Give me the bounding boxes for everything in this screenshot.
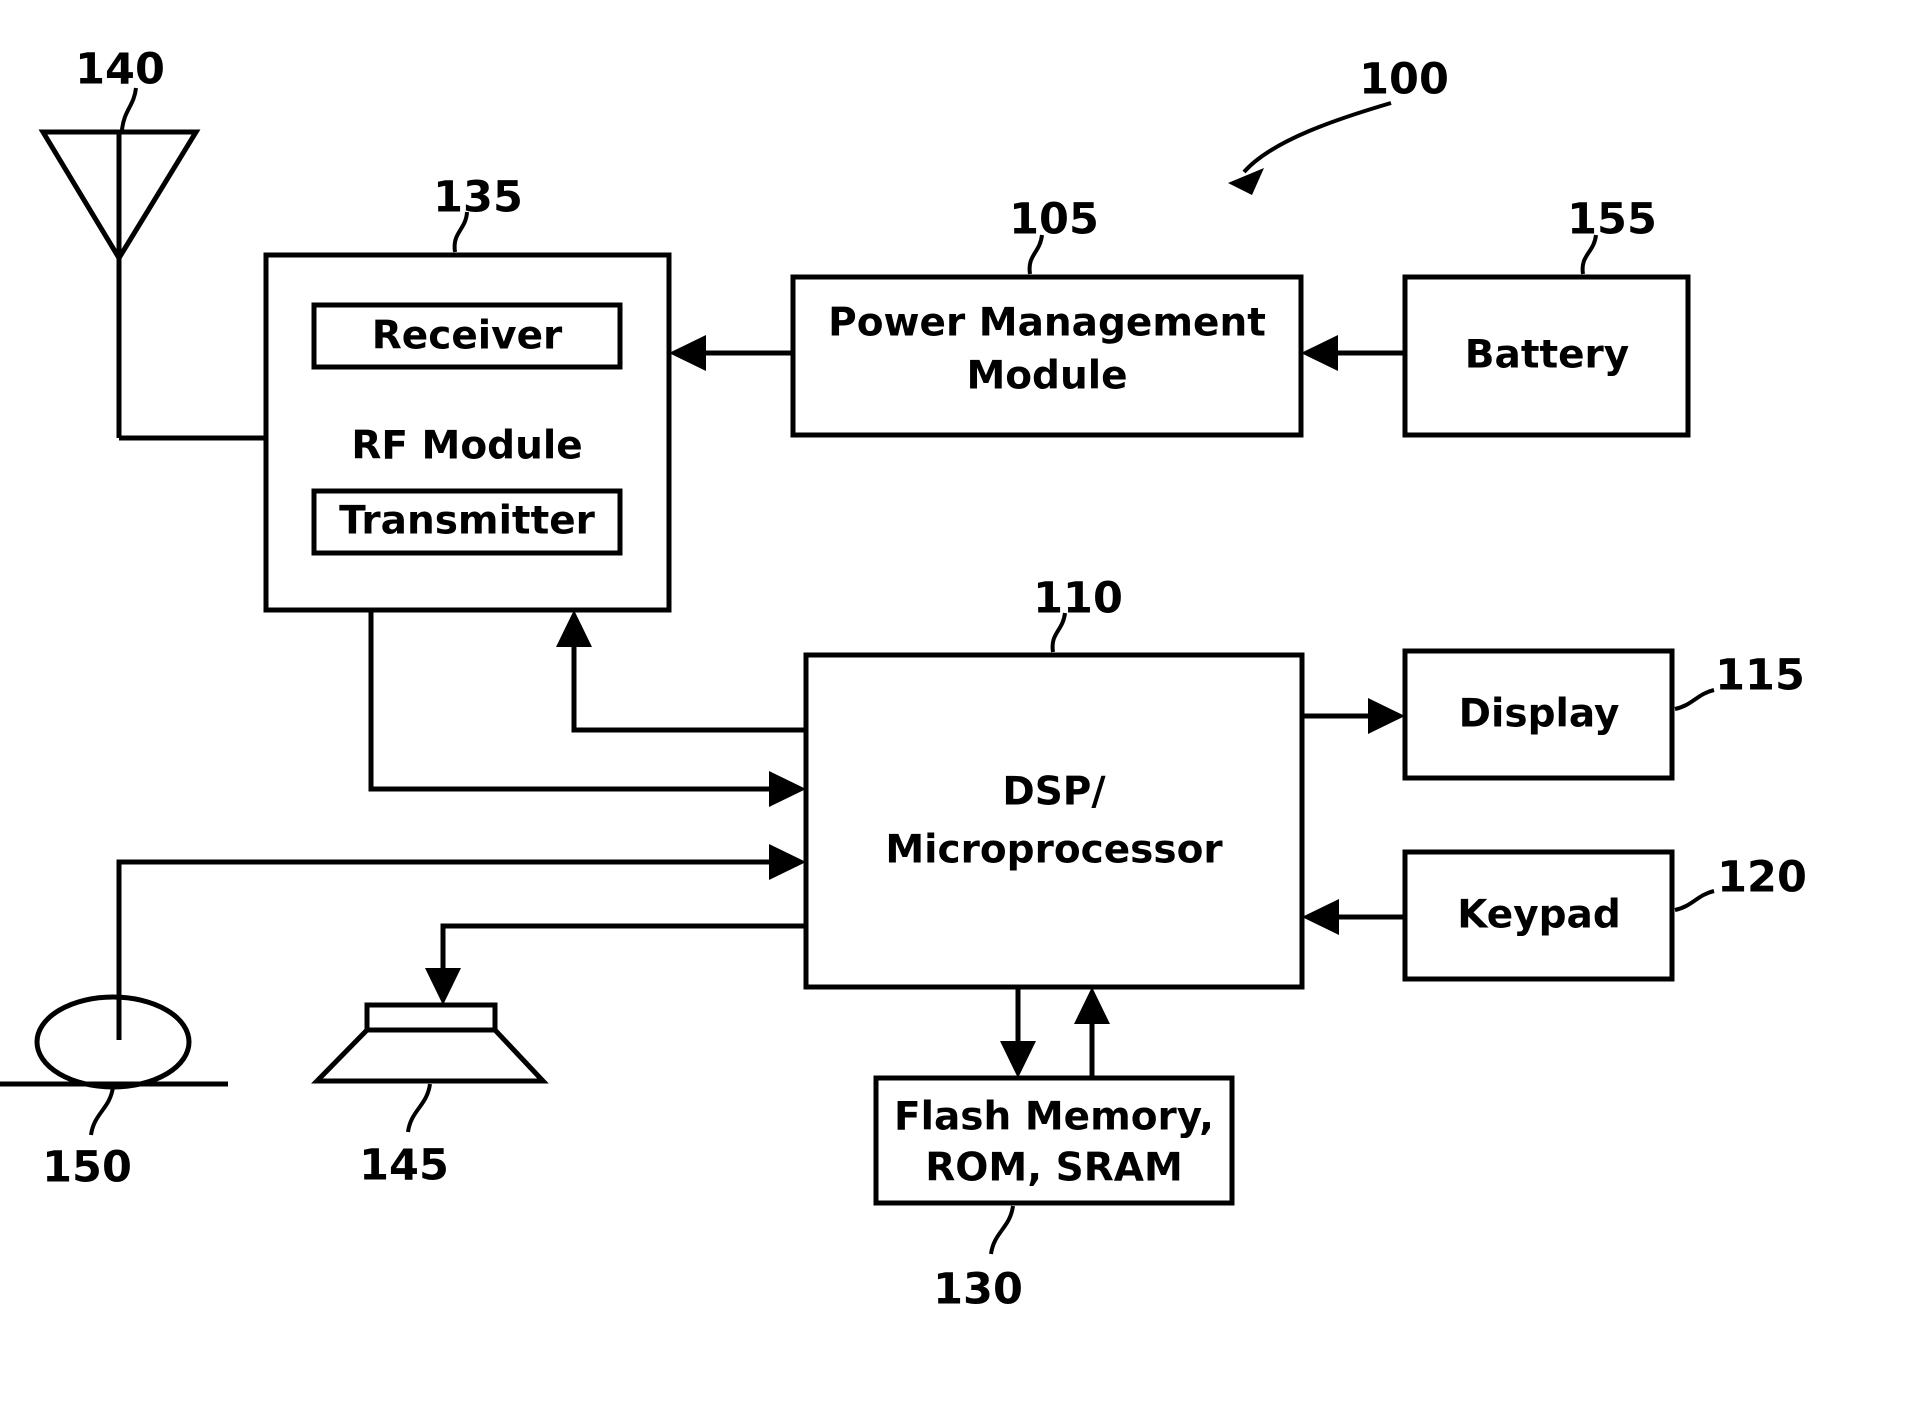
speaker-icon — [311, 1002, 549, 1084]
dsp-microprocessor-block[interactable]: DSP/ Microprocessor — [803, 652, 1305, 990]
wire-dsp-to-display — [1302, 698, 1405, 734]
ref-label-130: 130 — [933, 1265, 1023, 1315]
leader-130 — [989, 1205, 1015, 1255]
patent-block-diagram: 140 Receiver RF Module Transmitter 135 P… — [0, 0, 1929, 1402]
rf-module-label: RF Module — [351, 424, 582, 469]
dsp-label-line1: DSP/ — [1002, 770, 1106, 815]
ref-label-140: 140 — [75, 45, 165, 95]
wire-battery-to-power — [1301, 335, 1405, 371]
ref-label-155: 155 — [1567, 195, 1657, 245]
display-block[interactable]: Display — [1402, 648, 1675, 781]
power-management-block[interactable]: Power Management Module — [790, 274, 1304, 438]
ref-label-115: 115 — [1715, 651, 1805, 701]
power-management-label-line2: Module — [966, 354, 1127, 399]
leader-145 — [406, 1083, 432, 1133]
receiver-label: Receiver — [372, 314, 563, 359]
keypad-block[interactable]: Keypad — [1402, 849, 1675, 982]
system-reference-pointer — [1228, 101, 1392, 195]
leader-150 — [89, 1086, 115, 1136]
battery-label: Battery — [1465, 333, 1629, 378]
display-label: Display — [1459, 692, 1620, 737]
ref-label-100: 100 — [1359, 55, 1449, 105]
battery-block[interactable]: Battery — [1402, 274, 1691, 438]
leader-115 — [1674, 688, 1715, 711]
ref-label-110: 110 — [1033, 574, 1123, 624]
wire-dsp-to-memory — [1000, 987, 1036, 1078]
wire-keypad-to-dsp — [1302, 899, 1405, 935]
power-management-label-line1: Power Management — [828, 301, 1266, 346]
wire-rf-to-dsp — [368, 610, 806, 807]
wire-power-to-rf — [669, 335, 793, 371]
rf-module-block[interactable]: Receiver RF Module Transmitter — [263, 252, 672, 613]
ref-label-135: 135 — [433, 173, 523, 223]
ref-label-145: 145 — [359, 1141, 449, 1191]
wire-dsp-to-rf — [556, 610, 806, 733]
ref-label-150: 150 — [42, 1143, 132, 1193]
ref-label-120: 120 — [1717, 853, 1807, 903]
transmitter-label: Transmitter — [339, 499, 596, 544]
wire-dsp-to-speaker — [425, 923, 806, 1005]
keypad-label: Keypad — [1457, 893, 1621, 938]
antenna-icon — [38, 129, 266, 441]
dsp-label-line2: Microprocessor — [885, 828, 1223, 873]
ref-label-105: 105 — [1009, 195, 1099, 245]
memory-block[interactable]: Flash Memory, ROM, SRAM — [873, 1075, 1235, 1206]
microphone-icon — [0, 994, 228, 1090]
memory-label-line2: ROM, SRAM — [925, 1146, 1183, 1191]
wire-microphone-to-dsp — [116, 844, 806, 1040]
wire-memory-to-dsp — [1074, 987, 1110, 1078]
memory-label-line1: Flash Memory, — [894, 1095, 1214, 1140]
leader-120 — [1674, 889, 1715, 912]
